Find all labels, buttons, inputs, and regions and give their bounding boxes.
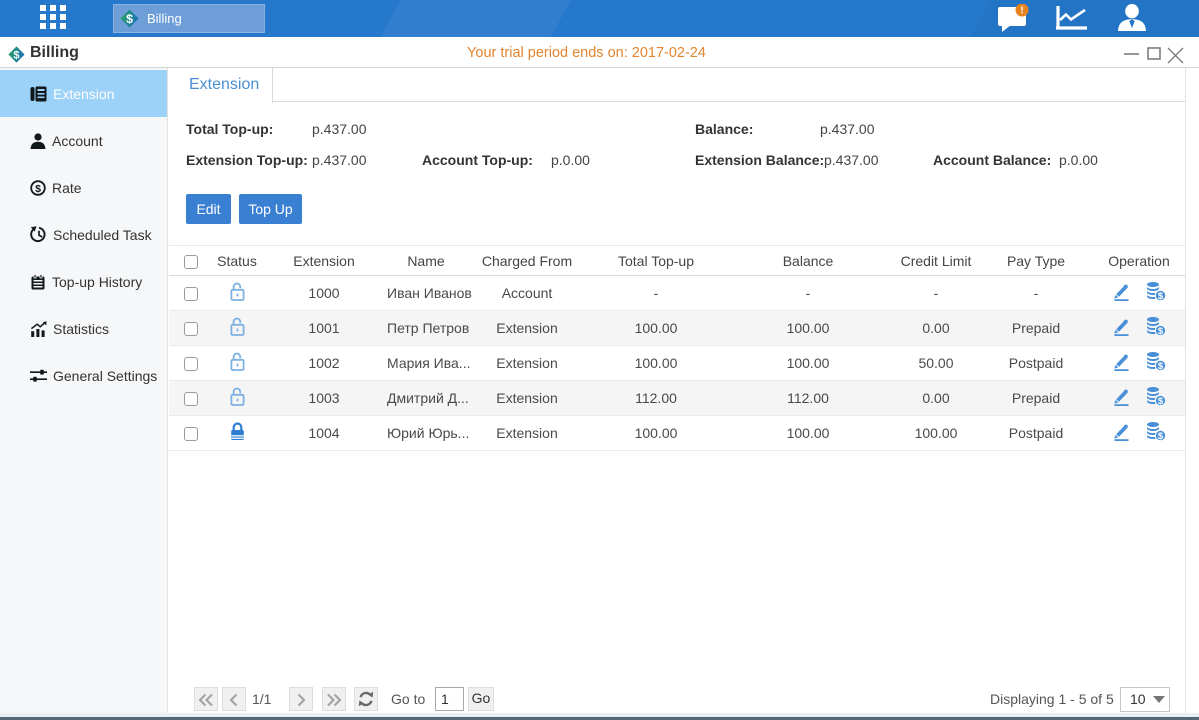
svg-text:$: $ xyxy=(1158,361,1164,371)
svg-text:$: $ xyxy=(1158,326,1164,336)
svg-text:!: ! xyxy=(1020,6,1023,17)
svg-text:$: $ xyxy=(35,182,41,194)
svg-text:$: $ xyxy=(1158,291,1164,301)
svg-text:$: $ xyxy=(1158,396,1164,406)
svg-text:$: $ xyxy=(126,12,133,26)
svg-text:$: $ xyxy=(1158,431,1164,441)
